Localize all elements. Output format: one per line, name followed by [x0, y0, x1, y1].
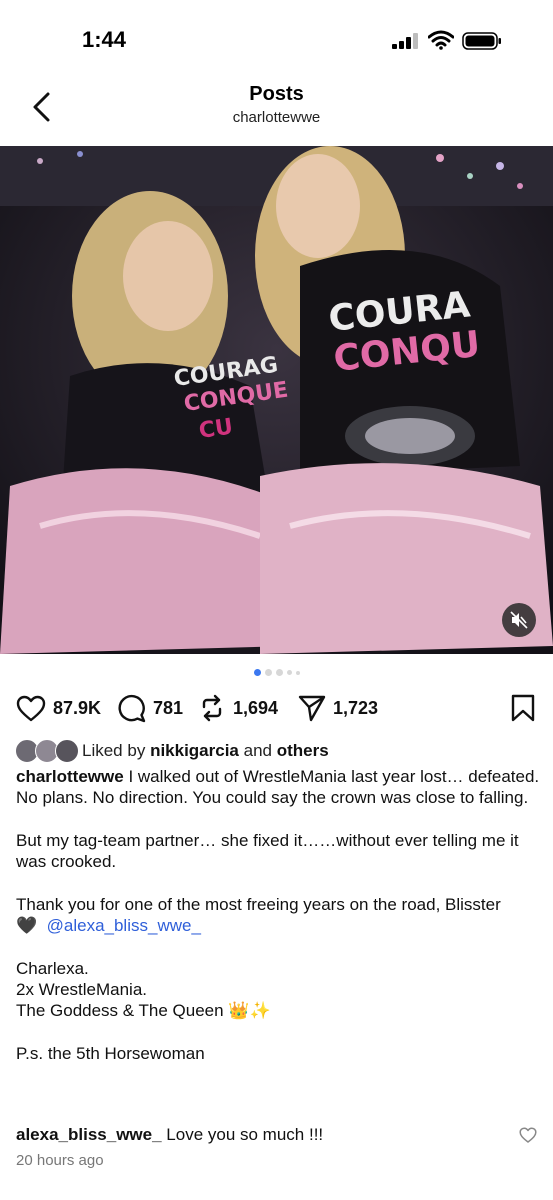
svg-text:CU: CU — [197, 414, 234, 443]
mention-link[interactable]: @alexa_bliss_wwe_ — [47, 916, 201, 935]
like-button[interactable]: 87.9K — [16, 693, 101, 723]
carousel-dot — [275, 669, 283, 676]
repost-button[interactable]: 1,694 — [198, 693, 278, 723]
action-bar: 87.9K 781 1,694 1,723 — [0, 690, 553, 726]
cellular-signal-icon — [392, 33, 418, 49]
carousel-indicator — [0, 669, 553, 679]
like-count: 87.9K — [53, 697, 102, 718]
crown-sparkles-emoji: 👑✨ — [228, 1001, 271, 1020]
mute-toggle-button[interactable] — [502, 603, 536, 637]
send-share-icon — [298, 695, 326, 722]
caption-line: The Goddess & The Queen — [16, 1001, 224, 1020]
liked-by-text: Liked by nikkigarcia and others — [82, 741, 329, 761]
repost-count: 1,694 — [233, 697, 279, 718]
photo-illustration: COURAG CONQUE CU COURA CONQU — [0, 146, 553, 654]
black-heart-emoji: 🖤 — [16, 916, 38, 935]
post-photo[interactable]: COURAG CONQUE CU COURA CONQU — [0, 146, 553, 654]
post-caption: charlottewwe I walked out of WrestleMani… — [16, 766, 542, 1064]
liked-by-user[interactable]: nikkigarcia — [150, 741, 239, 760]
liker-avatars — [15, 739, 79, 763]
status-time: 1:44 — [82, 27, 127, 52]
caption-line: But my tag-team partner… she fixed it……w… — [16, 831, 519, 871]
caption-line: 2x WrestleMania. — [16, 980, 148, 999]
liked-by-row[interactable]: Liked by nikkigarcia and others — [15, 738, 329, 764]
caption-line: P.s. the 5th Horsewoman — [16, 1044, 205, 1063]
status-bar: 1:44 — [0, 0, 553, 80]
header-username[interactable]: charlottewwe — [0, 109, 553, 126]
comment-count: 781 — [153, 697, 184, 718]
comment-like-heart-icon[interactable] — [519, 1127, 537, 1143]
comment-button[interactable]: 781 — [117, 693, 183, 723]
wifi-icon — [428, 30, 454, 50]
carousel-dot-active — [253, 669, 261, 676]
posts-header: Posts charlottewwe — [0, 80, 553, 146]
comment-bubble-icon — [118, 694, 146, 722]
liked-by-others[interactable]: others — [277, 741, 329, 760]
save-button[interactable] — [510, 693, 536, 723]
repost-arrows-icon — [202, 694, 222, 722]
caption-line: Charlexa. — [16, 959, 89, 978]
caption-line: I walked out of WrestleMania last year l… — [128, 767, 540, 786]
avatar — [55, 739, 79, 763]
liked-by-joiner: and — [243, 741, 272, 760]
caption-line: No plans. No direction. You could say th… — [16, 788, 529, 807]
top-comment: alexa_bliss_wwe_ Love you so much !!! — [16, 1124, 496, 1146]
carousel-dot — [295, 670, 300, 675]
share-button[interactable]: 1,723 — [298, 693, 378, 723]
caption-username[interactable]: charlottewwe — [16, 767, 124, 786]
speaker-muted-icon — [510, 611, 528, 629]
comment-text: Love you so much !!! — [166, 1125, 324, 1144]
heart-icon — [16, 695, 46, 721]
caption-line: Thank you for one of the most freeing ye… — [16, 895, 501, 914]
page-title: Posts — [249, 83, 304, 105]
liked-by-prefix: Liked by — [82, 741, 146, 760]
carousel-dot — [286, 670, 292, 675]
bookmark-icon — [511, 694, 535, 722]
share-count: 1,723 — [333, 697, 379, 718]
battery-icon — [462, 32, 501, 50]
comment-username[interactable]: alexa_bliss_wwe_ — [16, 1125, 162, 1144]
post-timestamp: 20 hours ago — [16, 1152, 104, 1169]
carousel-dot — [264, 669, 272, 676]
